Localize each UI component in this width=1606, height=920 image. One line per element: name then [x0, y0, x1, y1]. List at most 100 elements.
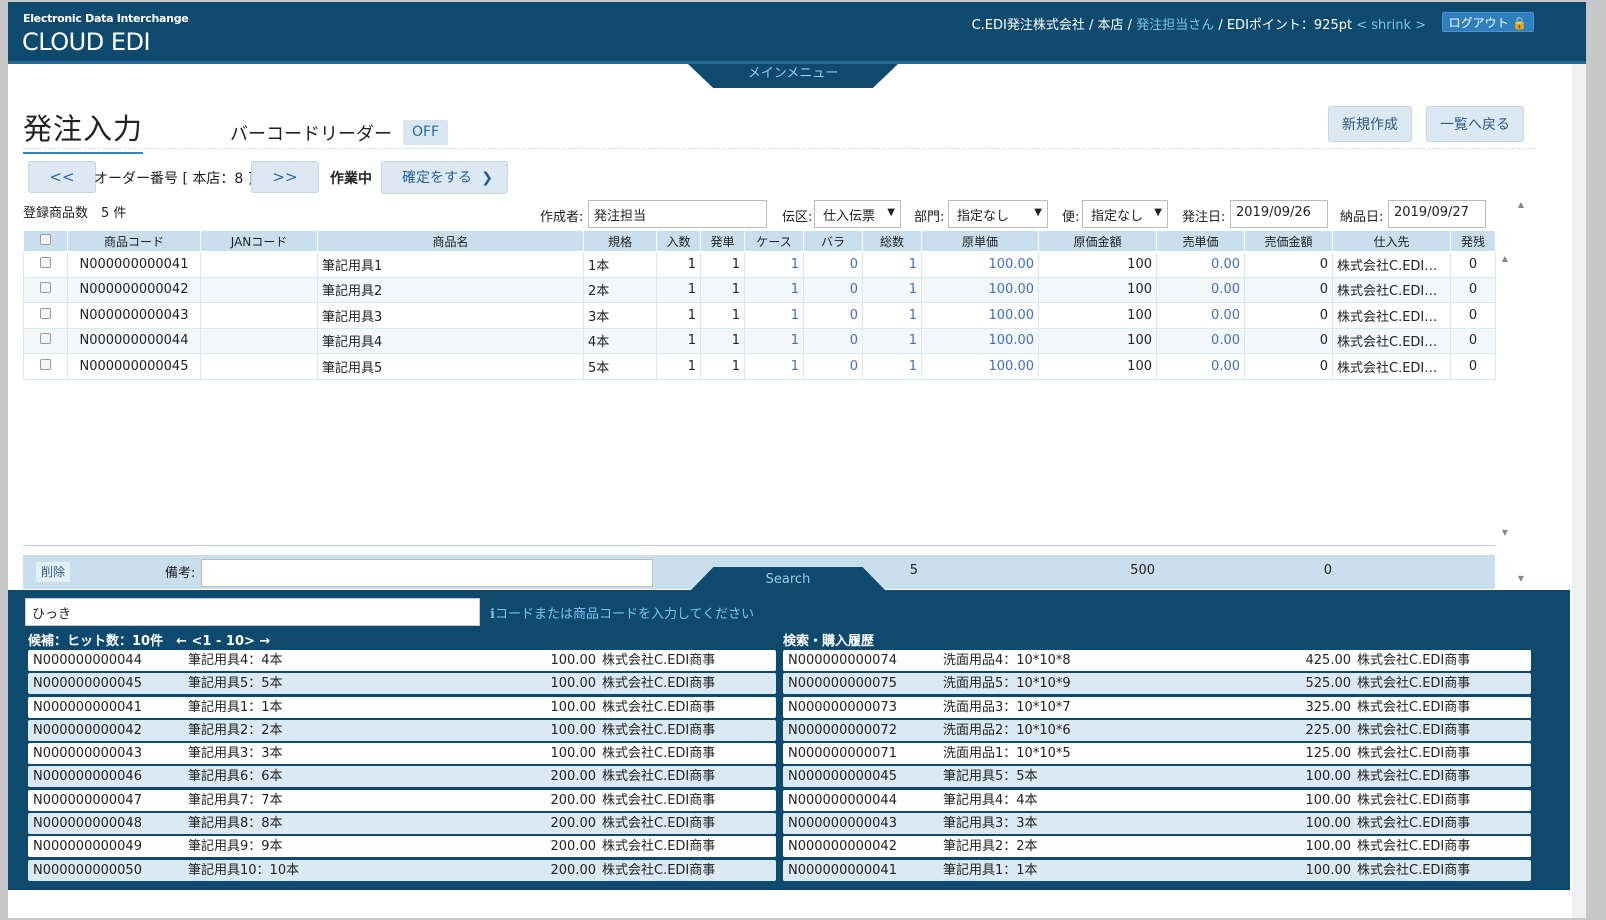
- order-date-field[interactable]: 2019/09/26: [1230, 200, 1328, 228]
- history-item[interactable]: N000000000041 筆記用具1：1本 100.00 株式会社C.EDI商事: [783, 859, 1531, 881]
- history-item[interactable]: N000000000045 筆記用具5：5本 100.00 株式会社C.EDI商事: [783, 766, 1531, 788]
- checkbox-icon[interactable]: [40, 234, 51, 245]
- edi-points: / EDIポイント：925pt: [1214, 18, 1353, 33]
- unit-price: 100.00: [550, 653, 597, 668]
- product-code: N000000000048: [33, 816, 142, 832]
- row-checkbox[interactable]: [23, 251, 68, 278]
- row-checkbox[interactable]: [23, 276, 68, 303]
- bin-label: 便:: [1062, 210, 1080, 225]
- history-item[interactable]: N000000000075 洗面用品5：10*10*9 525.00 株式会社C.ED…: [783, 673, 1531, 695]
- table-cell: 1: [656, 251, 701, 278]
- candidate-item[interactable]: N000000000048 筆記用具8：8本 200.00 株式会社C.EDI商事: [28, 813, 776, 835]
- checkbox-icon[interactable]: [40, 358, 51, 370]
- row-checkbox[interactable]: [23, 327, 68, 354]
- table-cell: [200, 302, 318, 329]
- search-tab[interactable]: Search: [690, 567, 886, 591]
- candidates-label[interactable]: 候補：ヒット数：10件 ← <1 - 10> →: [28, 630, 270, 649]
- bin-select[interactable]: 指定なし ▼: [1082, 200, 1168, 228]
- next-order-button[interactable]: >>: [251, 161, 319, 193]
- checkbox-icon[interactable]: [40, 256, 51, 268]
- table-cell: 株式会社C.EDI商事: [1332, 353, 1451, 380]
- history-item[interactable]: N000000000042 筆記用具2：2本 100.00 株式会社C.EDI商事: [783, 836, 1531, 858]
- product-name: 筆記用具4：4本: [943, 792, 1038, 808]
- table-cell: 1: [700, 302, 745, 329]
- new-button[interactable]: 新規作成: [1328, 106, 1412, 142]
- user-link[interactable]: 発注担当さん: [1136, 18, 1214, 33]
- candidate-item[interactable]: N000000000047 筆記用具7：7本 200.00 株式会社C.EDI商事: [28, 789, 776, 811]
- history-item[interactable]: N000000000072 洗面用品2：10*10*6 225.00 株式会社C.ED…: [783, 719, 1531, 741]
- scroll-down-icon[interactable]: ▼: [1514, 574, 1528, 583]
- candidate-item[interactable]: N000000000045 筆記用具5：5本 100.00 株式会社C.EDI商事: [28, 673, 776, 695]
- product-code: N000000000044: [33, 653, 142, 668]
- page-scrollbar[interactable]: [1572, 64, 1586, 918]
- checkbox-icon[interactable]: [40, 282, 51, 294]
- order-table: 商品コード JANコード 商品名 規格 入数 発単 ケース バラ 総数 原単価 原価金額 売単価 売価金…: [23, 230, 1496, 546]
- candidate-item[interactable]: N000000000043 筆記用具3：3本 100.00 株式会社C.EDI商事: [28, 743, 776, 765]
- table-row[interactable]: N000000000043 筆記用具3 3本 1 1 1 0 1 100.00 100 0.00 0 株…: [23, 302, 1496, 329]
- row-checkbox[interactable]: [23, 302, 68, 329]
- candidate-item[interactable]: N000000000049 筆記用具9：9本 200.00 株式会社C.EDI商事: [28, 836, 776, 858]
- delivery-date-field[interactable]: 2019/09/27: [1388, 200, 1486, 228]
- select-all-checkbox[interactable]: [23, 230, 68, 252]
- table-row[interactable]: N000000000042 筆記用具2 2本 1 1 1 0 1 100.00 100 0.00 0 株…: [23, 276, 1496, 303]
- unit-price: 100.00: [1305, 792, 1352, 808]
- scroll-down-icon[interactable]: ▼: [1498, 528, 1512, 537]
- creator-field[interactable]: 発注担当: [588, 200, 767, 228]
- product-code: N000000000042: [33, 722, 142, 738]
- history-item[interactable]: N000000000044 筆記用具4：4本 100.00 株式会社C.EDI商事: [783, 789, 1531, 811]
- candidate-item[interactable]: N000000000041 筆記用具1：1本 100.00 株式会社C.EDI商事: [28, 696, 776, 718]
- history-item[interactable]: N000000000074 洗面用品4：10*10*8 425.00 株式会社C.ED…: [783, 650, 1531, 671]
- table-row[interactable]: N000000000045 筆記用具5 5本 1 1 1 0 1 100.00 100 0.00 0 株…: [23, 353, 1496, 380]
- candidate-item[interactable]: N000000000042 筆記用具2：2本 100.00 株式会社C.EDI商事: [28, 719, 776, 741]
- product-name: 洗面用品5：10*10*9: [943, 676, 1071, 692]
- scroll-up-icon[interactable]: ▲: [1514, 200, 1528, 209]
- table-cell: 1: [700, 353, 745, 380]
- slip-select[interactable]: 仕入伝票 ▼: [814, 200, 901, 228]
- table-cell: 0: [1244, 353, 1333, 380]
- scroll-up-icon[interactable]: ▲: [1498, 254, 1512, 263]
- product-name: 筆記用具2：2本: [943, 839, 1038, 855]
- checkbox-icon[interactable]: [40, 307, 51, 319]
- table-row[interactable]: N000000000044 筆記用具4 4本 1 1 1 0 1 100.00 100 0.00 0 株…: [23, 327, 1496, 354]
- brand-logo[interactable]: CLOUD EDI: [22, 28, 151, 56]
- row-checkbox[interactable]: [23, 353, 68, 380]
- unit-price: 100.00: [550, 746, 597, 762]
- candidate-item[interactable]: N000000000050 筆記用具10：10本 200.00 株式会社C.EDI商事: [28, 859, 776, 881]
- logout-button[interactable]: ログアウト 🔒: [1442, 12, 1534, 32]
- barcode-toggle[interactable]: OFF: [403, 120, 448, 145]
- page-title: 発注入力: [23, 106, 144, 154]
- back-to-list-button[interactable]: 一覧へ戻る: [1426, 106, 1524, 142]
- unit-price: 100.00: [1305, 839, 1352, 855]
- history-item[interactable]: N000000000073 洗面用品3：10*10*7 325.00 株式会社C.ED…: [783, 696, 1531, 718]
- prev-order-button[interactable]: <<: [28, 161, 96, 193]
- history-item[interactable]: N000000000043 筆記用具3：3本 100.00 株式会社C.EDI商事: [783, 813, 1531, 835]
- column-header: 総数: [862, 230, 922, 252]
- column-header: 入数: [656, 230, 701, 252]
- vendor-name: 株式会社C.EDI商事: [1357, 699, 1471, 715]
- checkbox-icon[interactable]: [40, 333, 51, 345]
- shrink-link[interactable]: < shrink >: [1352, 18, 1426, 33]
- note-input[interactable]: [201, 559, 653, 587]
- candidate-item[interactable]: N000000000046 筆記用具6：6本 200.00 株式会社C.EDI商事: [28, 766, 776, 788]
- divider: [23, 148, 1535, 149]
- table-cell: 1: [862, 276, 922, 303]
- vendor-name: 株式会社C.EDI商事: [1357, 676, 1471, 692]
- main-menu-tab[interactable]: メインメニュー: [688, 64, 898, 88]
- vendor-name: 株式会社C.EDI商事: [1357, 769, 1471, 785]
- table-cell: 4本: [583, 327, 657, 354]
- dept-select[interactable]: 指定なし ▼: [948, 200, 1048, 228]
- caret-down-icon: ▼: [887, 207, 895, 218]
- history-item[interactable]: N000000000071 洗面用品1：10*10*5 125.00 株式会社C.ED…: [783, 743, 1531, 765]
- table-cell: 1: [862, 353, 922, 380]
- search-input[interactable]: ひっき: [25, 598, 480, 626]
- table-row[interactable]: N000000000041 筆記用具1 1本 1 1 1 0 1 100.00 100 0.00 0 株…: [23, 251, 1496, 278]
- delete-button[interactable]: 削除: [36, 562, 70, 582]
- search-panel: ひっき ℹコードまたは商品コードを入力してください 候補：ヒット数：10件 ← …: [8, 590, 1570, 890]
- barcode-reader-label: バーコードリーダー: [230, 124, 392, 145]
- confirm-button[interactable]: 確定をする ❯: [381, 161, 508, 194]
- table-cell: 3本: [583, 302, 657, 329]
- table-cell: 2本: [583, 276, 657, 303]
- vendor-name: 株式会社C.EDI商事: [1357, 653, 1471, 668]
- product-code: N000000000045: [33, 676, 142, 692]
- candidate-item[interactable]: N000000000044 筆記用具4：4本 100.00 株式会社C.EDI商事: [28, 650, 776, 671]
